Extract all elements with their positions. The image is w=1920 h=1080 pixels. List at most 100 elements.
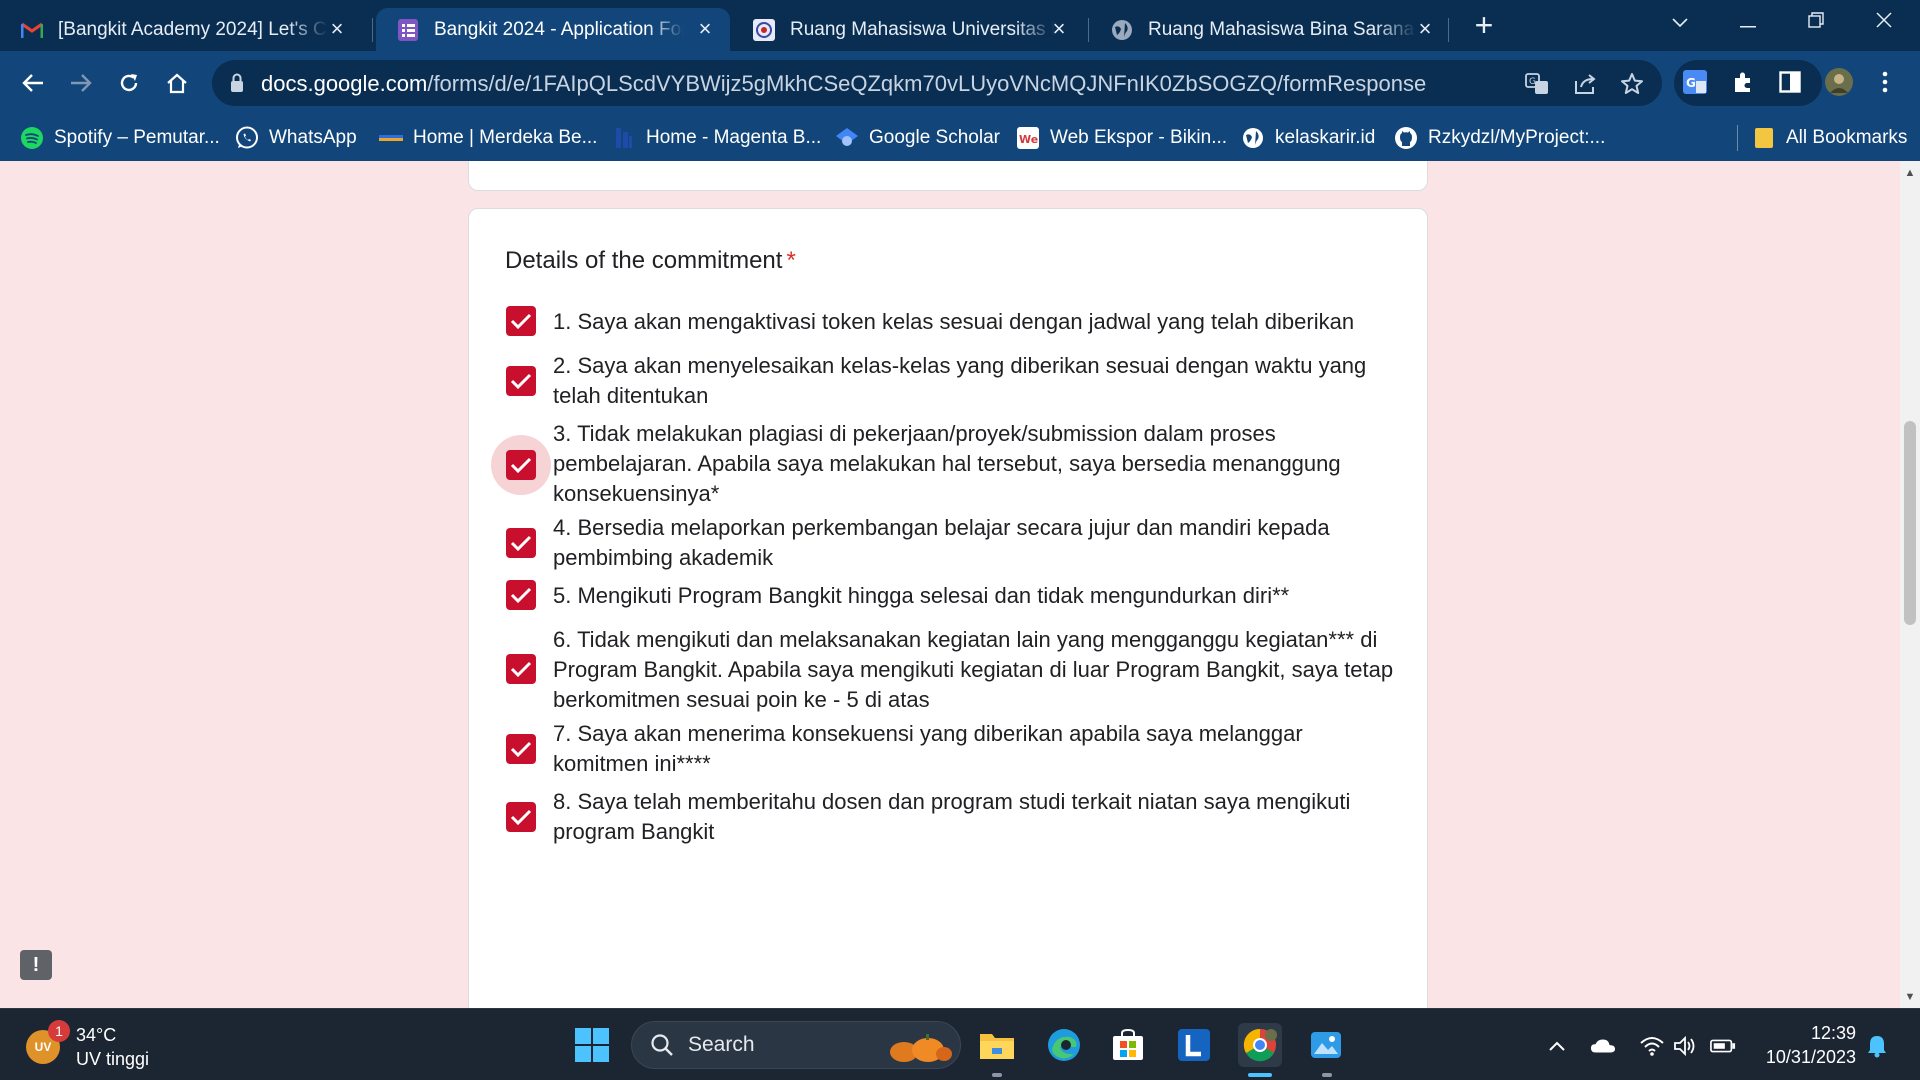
taskbar-clock[interactable]: 12:39 10/31/2023 xyxy=(1752,1021,1856,1069)
weather-description: UV tinggi xyxy=(76,1049,150,1069)
bookmark-github-project[interactable]: Rzkydzl/MyProject:... xyxy=(1394,123,1605,153)
notification-bell-icon[interactable] xyxy=(1864,1033,1890,1059)
close-icon[interactable]: × xyxy=(694,18,716,40)
close-icon[interactable]: × xyxy=(326,18,348,40)
folder-icon xyxy=(1752,126,1776,150)
checkbox-2[interactable] xyxy=(491,351,551,411)
restore-button[interactable] xyxy=(1796,8,1836,38)
reload-button[interactable] xyxy=(111,65,147,101)
checkbox-checked[interactable] xyxy=(506,734,536,764)
option-label[interactable]: 6. Tidak mengikuti dan melaksanakan kegi… xyxy=(553,625,1403,715)
chrome-app[interactable] xyxy=(1238,1023,1282,1067)
bookmark-magenta[interactable]: Home - Magenta B... xyxy=(612,123,821,153)
scrollbar-thumb[interactable] xyxy=(1904,421,1916,625)
launcher-l-app[interactable] xyxy=(1172,1023,1216,1067)
new-tab-button[interactable]: + xyxy=(1466,8,1502,44)
google-translate-extension-icon[interactable]: G xyxy=(1680,67,1710,97)
chrome-icon xyxy=(1243,1028,1277,1062)
checkbox-8[interactable] xyxy=(491,787,551,847)
all-bookmarks-folder[interactable]: All Bookmarks xyxy=(1752,123,1907,153)
checkmark-icon xyxy=(510,661,532,678)
option-label[interactable]: 4. Bersedia melaporkan perkembangan bela… xyxy=(553,513,1403,573)
onedrive-cloud-icon[interactable] xyxy=(1590,1033,1616,1059)
tab-gmail[interactable]: [Bangkit Academy 2024] Let's Connect × xyxy=(0,8,362,51)
back-button[interactable] xyxy=(15,65,51,101)
l-app-icon xyxy=(1178,1029,1210,1061)
option-label[interactable]: 8. Saya telah memberitahu dosen dan prog… xyxy=(553,787,1403,847)
option-label[interactable]: 3. Tidak melakukan plagiasi di pekerjaan… xyxy=(553,419,1403,509)
checkbox-3[interactable] xyxy=(491,435,551,495)
checkbox-checked[interactable] xyxy=(506,450,536,480)
volume-icon[interactable] xyxy=(1672,1033,1698,1059)
checkmark-icon xyxy=(510,535,532,552)
url-text[interactable]: docs.google.com/forms/d/e/1FAIpQLScdVYBW… xyxy=(261,71,1426,97)
profile-avatar[interactable] xyxy=(1824,67,1854,97)
close-window-button[interactable] xyxy=(1864,8,1904,38)
bookmark-google-scholar[interactable]: Google Scholar xyxy=(835,123,1000,153)
bookmark-spotify[interactable]: Spotify – Pemutar... xyxy=(20,123,220,153)
report-feedback-button[interactable]: ! xyxy=(20,950,52,980)
checkbox-checked[interactable] xyxy=(506,580,536,610)
side-panel-icon[interactable] xyxy=(1775,67,1805,97)
checkbox-4[interactable] xyxy=(491,513,551,573)
globe-icon xyxy=(1110,18,1134,42)
previous-question-card xyxy=(468,161,1428,191)
gmail-icon xyxy=(20,18,44,42)
tab-application-form[interactable]: Bangkit 2024 - Application Form × xyxy=(376,8,730,51)
file-explorer-app[interactable] xyxy=(975,1023,1019,1067)
scroll-up-arrow-icon[interactable]: ▲ xyxy=(1904,167,1916,179)
bookmark-merdeka[interactable]: Home | Merdeka Be... xyxy=(379,123,597,153)
show-hidden-icons-chevron-icon[interactable] xyxy=(1544,1033,1570,1059)
edge-app[interactable] xyxy=(1042,1023,1086,1067)
option-label[interactable]: 1. Saya akan mengaktivasi token kelas se… xyxy=(553,307,1403,337)
weather-temperature: 34°C xyxy=(76,1025,117,1045)
page-scrollbar[interactable]: ▲ ▼ xyxy=(1900,161,1920,1008)
edge-icon xyxy=(1048,1029,1080,1061)
checkbox-6[interactable] xyxy=(491,639,551,699)
taskbar-search[interactable]: Search xyxy=(631,1021,961,1069)
checkbox-7[interactable] xyxy=(491,719,551,779)
lock-icon[interactable] xyxy=(230,73,244,98)
weather-widget[interactable]: UV 1 34°C UV tinggi xyxy=(26,1020,150,1071)
minimize-button[interactable] xyxy=(1728,8,1768,38)
checkbox-checked[interactable] xyxy=(506,366,536,396)
whatsapp-icon xyxy=(235,126,259,150)
battery-icon[interactable] xyxy=(1710,1033,1736,1059)
close-icon[interactable]: × xyxy=(1414,18,1436,40)
close-icon[interactable]: × xyxy=(1048,18,1070,40)
bookmark-whatsapp[interactable]: WhatsApp xyxy=(235,123,357,153)
microsoft-store-app[interactable] xyxy=(1106,1023,1150,1067)
bookmark-kelaskarir[interactable]: kelaskarir.id xyxy=(1241,123,1375,153)
magenta-icon xyxy=(612,126,636,150)
forward-button[interactable] xyxy=(63,65,99,101)
checkbox-checked[interactable] xyxy=(506,306,536,336)
tab-title: Bangkit 2024 - Application Form xyxy=(434,18,684,40)
checkbox-1[interactable] xyxy=(491,291,551,351)
spotify-icon xyxy=(20,126,44,150)
translate-icon[interactable]: G xyxy=(1524,71,1550,97)
option-label[interactable]: 2. Saya akan menyelesaikan kelas-kelas y… xyxy=(553,351,1403,411)
photos-app[interactable] xyxy=(1304,1023,1348,1067)
checkbox-checked[interactable] xyxy=(506,654,536,684)
share-icon[interactable] xyxy=(1572,71,1598,97)
checkbox-checked[interactable] xyxy=(506,528,536,558)
option-label[interactable]: 7. Saya akan menerima konsekuensi yang d… xyxy=(553,719,1403,779)
option-label[interactable]: 5. Mengikuti Program Bangkit hingga sele… xyxy=(553,581,1403,611)
home-button[interactable] xyxy=(159,65,195,101)
checkbox-checked[interactable] xyxy=(506,802,536,832)
windows-logo-icon xyxy=(575,1028,609,1062)
wifi-icon[interactable] xyxy=(1639,1033,1665,1059)
start-button[interactable] xyxy=(570,1023,614,1067)
bookmark-star-icon[interactable] xyxy=(1619,71,1645,97)
question-card: Details of the commitment * 1. Saya akan … xyxy=(468,208,1428,1008)
tab-ruang-mahasiswa-bsi[interactable]: Ruang Mahasiswa Bina Sarana Informatika … xyxy=(1090,8,1450,51)
scroll-down-arrow-icon[interactable]: ▼ xyxy=(1904,991,1916,1003)
bookmark-web-ekspor[interactable]: We Web Ekspor - Bikin... xyxy=(1016,123,1227,153)
checkbox-5[interactable] xyxy=(491,565,551,625)
address-bar[interactable]: docs.google.com/forms/d/e/1FAIpQLScdVYBW… xyxy=(212,60,1662,106)
tab-search-chevron-icon[interactable] xyxy=(1660,8,1700,38)
menu-dots-icon[interactable] xyxy=(1870,67,1900,97)
checkmark-icon xyxy=(510,373,532,390)
tab-ruang-mahasiswa-ubsi[interactable]: Ruang Mahasiswa Universitas Bina Sarana … xyxy=(732,8,1084,51)
extensions-puzzle-icon[interactable] xyxy=(1728,67,1758,97)
